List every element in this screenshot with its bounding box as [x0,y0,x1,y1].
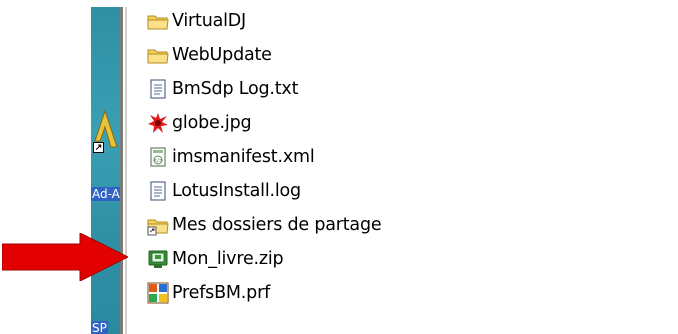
prf-file-icon [147,282,169,304]
folder-icon [147,49,169,64]
svg-text:</>: </> [153,158,163,164]
shortcut-arrow-icon: ↗ [93,142,104,153]
file-name: WebUpdate [172,45,272,65]
list-item[interactable]: VirtualDJ [147,4,246,38]
folder-icon [147,15,169,30]
desktop-strip: ↗ Ad-A SP [91,7,120,334]
explorer-file-list-panel: VirtualDJ WebUpdate BmSdp Log.txt globe.… [120,7,678,334]
file-name: Mon_livre.zip [172,249,284,269]
list-item[interactable]: globe.jpg [147,106,252,140]
list-item[interactable]: </> imsmanifest.xml [147,140,315,174]
file-name: PrefsBM.prf [172,283,271,303]
list-item[interactable]: LotusInstall.log [147,174,301,208]
list-item[interactable]: Mes dossiers de partage [147,208,382,242]
text-file-icon [150,181,166,201]
image-splat-icon [148,113,168,133]
list-item[interactable]: PrefsBM.prf [147,276,270,310]
text-file-icon [150,79,166,99]
file-name: LotusInstall.log [172,181,301,201]
file-name: VirtualDJ [172,11,247,31]
list-item[interactable]: WebUpdate [147,38,272,72]
file-name: globe.jpg [172,113,252,133]
xml-file-icon: </> [150,147,166,167]
shared-folder-icon [147,219,169,236]
zip-archive-icon [148,250,168,268]
list-item[interactable]: BmSdp Log.txt [147,72,298,106]
desktop-icon-label[interactable]: SP [91,321,108,334]
file-name: BmSdp Log.txt [172,79,299,99]
desktop-icon-label[interactable]: Ad-A [91,187,120,201]
red-arrow-pointer-icon [2,233,128,281]
file-name: Mes dossiers de partage [172,215,382,235]
list-item[interactable]: Mon_livre.zip [147,242,284,276]
file-name: imsmanifest.xml [172,147,315,167]
